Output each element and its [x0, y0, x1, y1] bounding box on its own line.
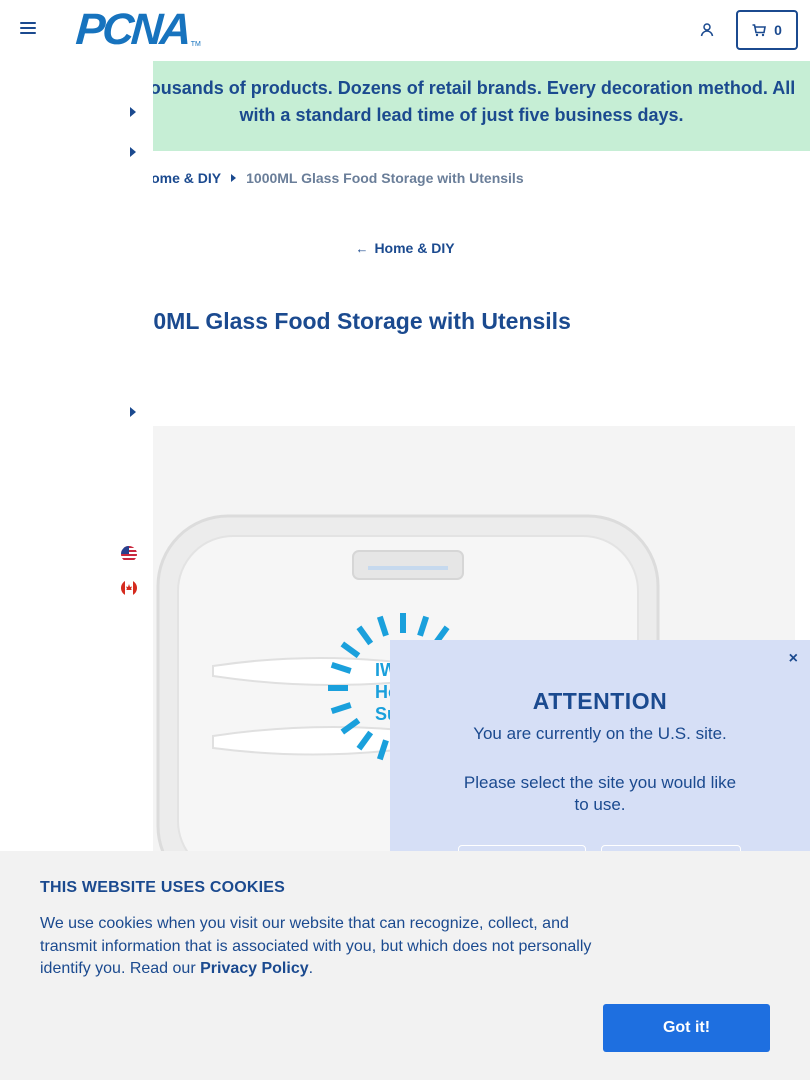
- arrow-left-icon: ←: [355, 241, 369, 256]
- site-selection-modal: × ATTENTION You are currently on the U.S…: [390, 640, 810, 885]
- cart-count: 0: [774, 22, 782, 38]
- back-link-label: Home & DIY: [374, 240, 455, 256]
- product-title: 1000ML Glass Food Storage with Utensils: [115, 308, 571, 334]
- canada-flag-icon[interactable]: [121, 580, 137, 596]
- cookie-banner: THIS WEBSITE USES COOKIES We use cookies…: [0, 851, 810, 1080]
- cart-icon: [752, 23, 767, 36]
- cookie-title: THIS WEBSITE USES COOKIES: [40, 879, 286, 896]
- cookie-body: We use cookies when you visit our websit…: [40, 913, 605, 981]
- breadcrumb-parent-link[interactable]: Home & DIY: [153, 170, 221, 186]
- caret-right-icon[interactable]: [130, 407, 136, 417]
- attention-current-site: You are currently on the U.S. site.: [473, 724, 727, 743]
- cookie-body-suffix: .: [308, 960, 314, 977]
- logo-trademark: TM: [190, 41, 201, 48]
- caret-right-icon[interactable]: [130, 147, 136, 157]
- privacy-policy-link[interactable]: Privacy Policy: [200, 960, 309, 977]
- attention-title: ATTENTION: [532, 688, 668, 714]
- breadcrumb: Home & DIY 1000ML Glass Food Storage wit…: [153, 168, 524, 188]
- logo-text: PCNA: [74, 5, 191, 54]
- caret-right-icon[interactable]: [130, 107, 136, 117]
- cart-button[interactable]: 0: [736, 10, 798, 50]
- chevron-right-icon: [231, 174, 237, 182]
- us-flag-icon[interactable]: [121, 546, 137, 562]
- user-icon[interactable]: [700, 22, 716, 38]
- side-menu-panel: [0, 61, 153, 851]
- accept-cookies-button[interactable]: Got it!: [603, 1004, 770, 1052]
- close-icon[interactable]: ×: [789, 650, 798, 668]
- promo-banner: Thousands of products. Dozens of retail …: [153, 61, 810, 151]
- hamburger-icon[interactable]: [20, 22, 36, 38]
- product-page: PCNA TM 0 Thousands of products. Dozens …: [0, 0, 810, 1080]
- promo-banner-text: Thousands of products. Dozens of retail …: [153, 78, 796, 125]
- attention-instruction: Please select the site you would like to…: [463, 773, 737, 814]
- pcna-logo[interactable]: PCNA TM: [74, 5, 201, 54]
- breadcrumb-current: 1000ML Glass Food Storage with Utensils: [246, 170, 524, 186]
- cookie-body-text: We use cookies when you visit our websit…: [40, 915, 592, 977]
- site-header: PCNA TM 0: [0, 0, 810, 60]
